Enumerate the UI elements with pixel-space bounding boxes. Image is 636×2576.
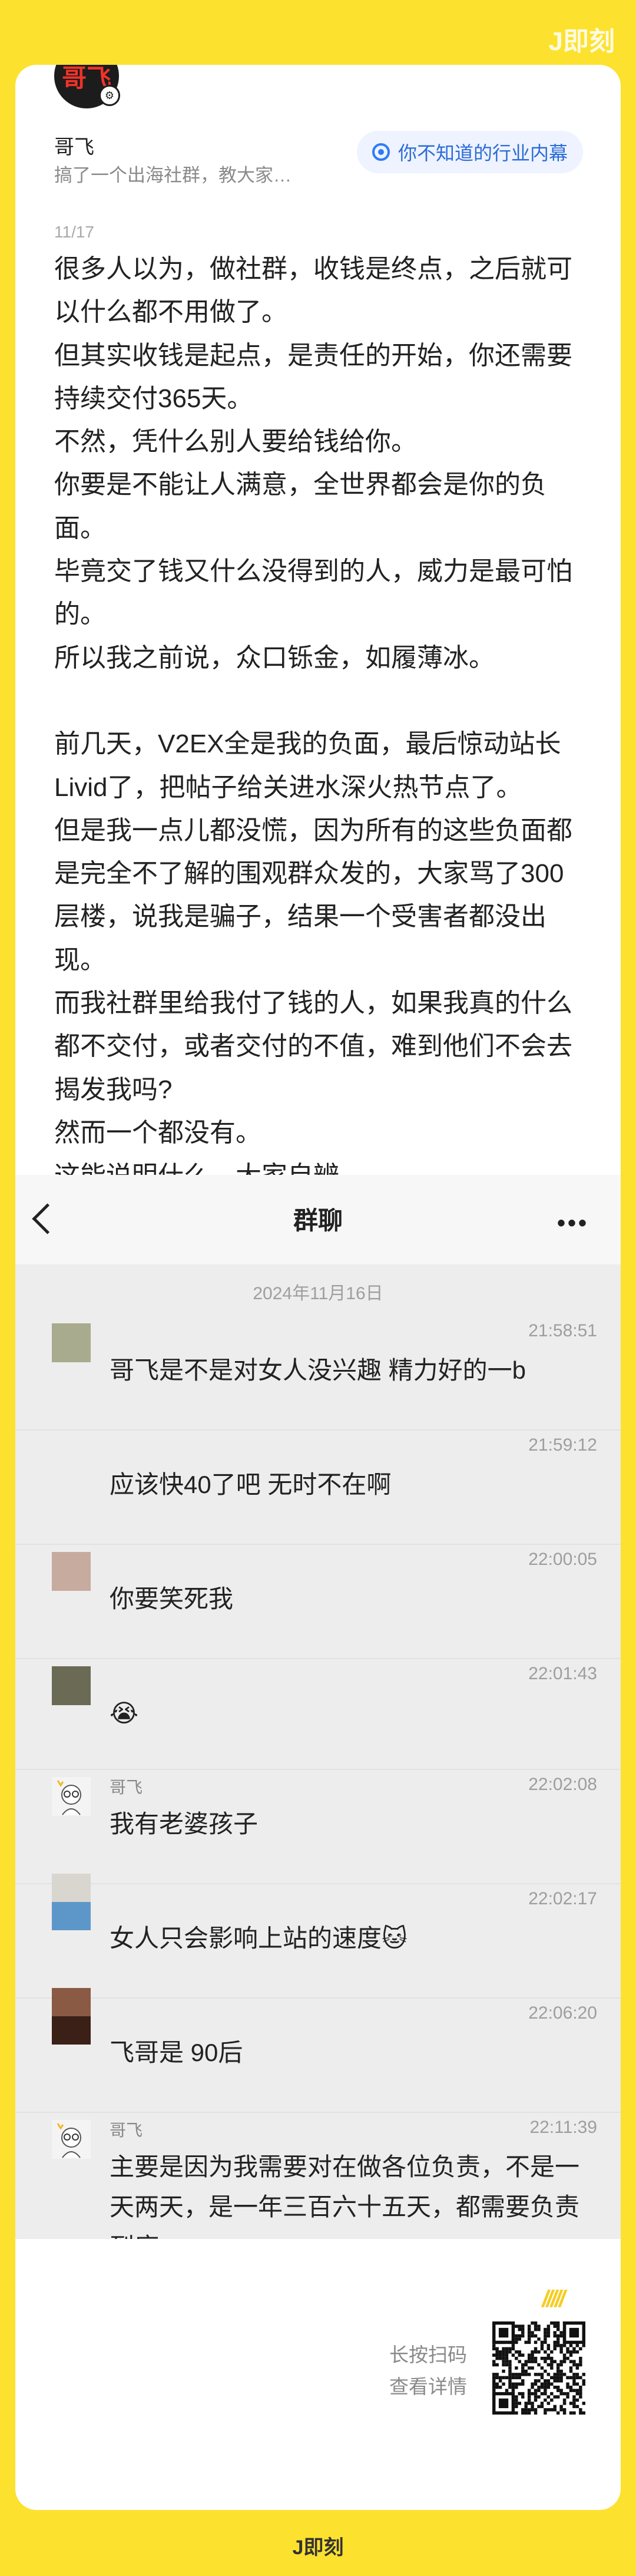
post-line <box>54 679 590 722</box>
message-divider <box>15 2112 621 2113</box>
post-line: 前几天，V2EX全是我的负面，最后惊动站长 <box>54 729 561 759</box>
message-time: 21:58:51 <box>528 1321 597 1340</box>
post-date: 11/17 <box>54 223 94 241</box>
message-time: 22:00:05 <box>528 1550 597 1569</box>
chat-screenshot: 群聊 ••• 2024年11月16日 21:58:51 哥飞是不是对女人没兴趣 精… <box>15 1175 621 2239</box>
post-line: 你要是不能让人满意，全世界都会是你的负 <box>54 470 546 500</box>
message-divider <box>15 1544 621 1545</box>
scan-detail: 查看详情 <box>389 2376 467 2397</box>
message-time: 22:06:20 <box>528 2003 597 2023</box>
author-avatar[interactable]: 哥飞 ⚙ <box>54 65 120 108</box>
member-avatar[interactable] <box>52 1777 91 1816</box>
post-line: 不然，凭什么别人要给钱给你。 <box>54 427 417 457</box>
message-text: 你要笑死我 <box>110 1585 234 1613</box>
message-text: 哥飞是不是对女人没兴趣 精力好的一b <box>110 1356 526 1384</box>
jike-logo: J即刻 <box>548 27 615 56</box>
chat-title: 群聊 <box>293 1207 343 1234</box>
post-card: 哥飞 ⚙ 哥飞 搞了一个出海社群，教大家… 你不知道的行业内幕 11/17 很多… <box>15 65 621 2510</box>
message-time: 22:02:17 <box>528 1889 597 1908</box>
message-text: 😭 <box>110 1699 139 1727</box>
message-divider <box>15 1429 621 1431</box>
member-avatar[interactable] <box>52 1666 91 1705</box>
message-divider <box>15 1658 621 1659</box>
message-text: 飞哥是 90后 <box>110 2039 243 2066</box>
post-line: 所以我之前说，众口铄金，如履薄冰。 <box>54 643 495 672</box>
message-text: 应该快40了吧 无时不在啊 <box>110 1471 392 1498</box>
post-line: 而我社群里给我付了钱的人，如果我真的什么 <box>54 989 572 1018</box>
message-time: 22:11:39 <box>529 2118 597 2137</box>
message-divider <box>15 1769 621 1770</box>
qr-code-icon[interactable] <box>492 2321 585 2415</box>
badge-icon: ⚙ <box>99 85 120 106</box>
chat-date: 2024年11月16日 <box>253 1284 383 1303</box>
topic-label: 你不知道的行业内幕 <box>398 143 568 164</box>
post-line: 层楼，说我是骗子，结果一个受害者都没出 <box>54 902 546 932</box>
post-line: 然而一个都没有。 <box>54 1118 261 1147</box>
message-divider <box>15 1883 621 1884</box>
member-avatar[interactable] <box>52 1552 91 1591</box>
member-avatar[interactable] <box>52 2120 91 2159</box>
message-text: 女人只会影响上站的速度🐱 <box>110 1924 408 1952</box>
post-line: Livid了，把帖子给关进水深火热节点了。 <box>54 772 522 802</box>
sender-name: 哥飞 <box>110 2121 143 2139</box>
message-text: 主要是因为我需要对在做各位负责，不是一天两天，是一年三百六十五天，都需要负责到底… <box>110 2153 580 2239</box>
post-line: 但其实收钱是起点，是责任的开始，你还需要 <box>54 341 572 370</box>
message-time: 22:02:08 <box>528 1775 597 1794</box>
post-line: 很多人以为，做社群，收钱是终点，之后就可 <box>54 255 572 283</box>
post-line: 持续交付365天。 <box>54 384 253 413</box>
message-time: 22:01:43 <box>528 1664 597 1683</box>
member-avatar[interactable] <box>52 1438 91 1477</box>
post-line: 是完全不了解的围观群众发的，大家骂了300 <box>54 859 564 889</box>
post-line: 但是我一点儿都没慌，因为所有的这些负面都 <box>54 815 572 845</box>
member-avatar[interactable] <box>52 1874 91 1930</box>
post-line: 都不交付，或者交付的不值，难到他们不会去 <box>54 1032 572 1061</box>
decor-stripes: ///// <box>542 2286 565 2312</box>
post-line: 现。 <box>54 945 106 975</box>
sender-name: 哥飞 <box>110 1778 143 1796</box>
message-text: 我有老婆孩子 <box>110 1810 259 1838</box>
post-line: 揭发我吗? <box>54 1075 173 1104</box>
share-footer: ///// 长按扫码 查看详情 <box>15 2286 621 2510</box>
post-body: 很多人以为，做社群，收钱是终点，之后就可 以什么都不用做了。但其实收钱是起点，是责… <box>54 247 590 1198</box>
post-line: 的。 <box>54 600 106 629</box>
topic-icon <box>372 143 390 161</box>
more-icon: ••• <box>556 1210 589 1236</box>
post-line: 面。 <box>54 513 106 543</box>
post-line: 毕竟交了钱又什么没得到的人，威力是最可怕 <box>54 557 572 586</box>
post-line: 以什么都不用做了。 <box>54 298 287 327</box>
jike-footer-logo: J即刻 <box>292 2537 344 2559</box>
message-time: 21:59:12 <box>528 1435 597 1455</box>
scan-hint: 长按扫码 <box>389 2344 467 2366</box>
author-name[interactable]: 哥飞 <box>54 131 94 160</box>
member-avatar[interactable] <box>52 1323 91 1362</box>
topic-tag[interactable]: 你不知道的行业内幕 <box>356 131 583 173</box>
author-bio: 搞了一个出海社群，教大家… <box>54 165 292 186</box>
member-avatar[interactable] <box>52 1988 91 2045</box>
message-divider <box>15 1997 621 1999</box>
